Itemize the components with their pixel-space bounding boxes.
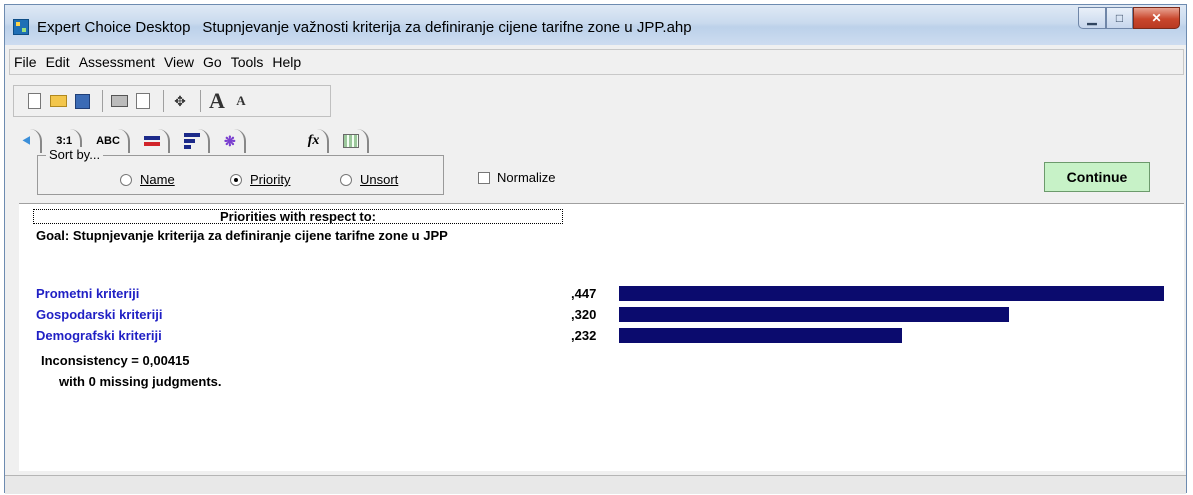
status-bar — [5, 475, 1186, 494]
font-larger-icon[interactable]: A — [207, 88, 227, 113]
maximize-button[interactable]: □ — [1106, 7, 1133, 29]
toolbar: ✥ A A — [13, 85, 331, 117]
radio-indicator — [120, 173, 132, 186]
sort-name-radio[interactable]: Name — [120, 172, 175, 187]
new-document-icon[interactable] — [24, 91, 44, 111]
pairwise-verbal-icon: ABC — [96, 135, 120, 147]
hierarchy-icon: ❋ — [223, 132, 236, 149]
print-preview-icon[interactable] — [133, 91, 153, 111]
menu-assessment[interactable]: Assessment — [79, 54, 155, 70]
sort-priority-radio[interactable]: Priority — [230, 172, 290, 187]
tab-hierarchy[interactable]: ❋ — [215, 129, 246, 153]
expert-choice-app-icon — [13, 19, 29, 35]
menu-bar: File Edit Assessment View Go Tools Help — [9, 49, 1184, 75]
menu-view[interactable]: View — [164, 54, 194, 70]
priority-bar — [619, 286, 1164, 301]
sort-by-legend: Sort by... — [46, 147, 104, 162]
priority-row[interactable]: Gospodarski kriteriji ,320 — [19, 305, 1184, 325]
checkbox-box — [478, 171, 490, 184]
priorities-bar-icon — [143, 136, 160, 140]
menu-tools[interactable]: Tools — [231, 54, 264, 70]
app-window: Expert Choice Desktop Stupnjevanje važnos… — [4, 4, 1187, 494]
title-bar[interactable]: Expert Choice Desktop Stupnjevanje važnos… — [5, 5, 1186, 45]
save-disk-icon[interactable] — [72, 91, 92, 111]
toolbar-separator — [102, 90, 103, 112]
radio-indicator-selected — [230, 173, 242, 186]
inconsistency-text: Inconsistency = 0,00415 — [41, 353, 190, 368]
open-folder-icon[interactable] — [48, 91, 68, 111]
font-smaller-icon[interactable]: A — [231, 91, 251, 111]
priority-value: ,320 — [571, 307, 597, 322]
sort-unsort-radio[interactable]: Unsort — [340, 172, 398, 187]
priority-value: ,447 — [571, 286, 597, 301]
continue-button[interactable]: Continue — [1044, 162, 1150, 192]
priority-value: ,232 — [571, 328, 597, 343]
normalize-checkbox[interactable]: Normalize — [478, 170, 556, 185]
normalize-label: Normalize — [497, 170, 556, 185]
sort-by-group: Sort by... Name Priority Unsort — [37, 147, 444, 195]
pointer-icon[interactable]: ✥ — [170, 91, 190, 111]
window-controls: ▁ □ ✕ — [1078, 7, 1180, 29]
maximize-icon: □ — [1115, 11, 1124, 25]
toolbar-separator — [200, 90, 201, 112]
priorities-panel: Priorities with respect to: Goal: Stupnj… — [19, 203, 1184, 471]
priority-row[interactable]: Demografski kriteriji ,232 — [19, 326, 1184, 346]
menu-edit[interactable]: Edit — [46, 54, 70, 70]
minimize-button[interactable]: ▁ — [1078, 7, 1106, 29]
menu-help[interactable]: Help — [272, 54, 301, 70]
tab-formula[interactable]: fx — [299, 129, 330, 153]
menu-file[interactable]: File — [14, 54, 37, 70]
tab-priorities-bar[interactable] — [135, 129, 170, 153]
minimize-icon: ▁ — [1087, 11, 1097, 25]
formula-icon: fx — [307, 133, 320, 148]
toolbar-separator — [163, 90, 164, 112]
priorities-sorted-icon — [183, 133, 200, 137]
criterion-name: Demografski kriteriji — [36, 328, 162, 343]
radio-indicator — [340, 173, 352, 186]
print-icon[interactable] — [109, 91, 129, 111]
document-title: Stupnjevanje važnosti kriterija za defin… — [202, 19, 692, 36]
pairwise-numerical-icon: 3:1 — [56, 135, 73, 147]
tab-priorities-sorted[interactable] — [175, 129, 210, 153]
priority-bar — [619, 307, 1009, 322]
criterion-name: Prometni kriteriji — [36, 286, 140, 301]
criterion-name: Gospodarski kriteriji — [36, 307, 163, 322]
priority-row[interactable]: Prometni kriteriji ,447 — [19, 284, 1184, 304]
priorities-header: Priorities with respect to: — [33, 209, 563, 224]
close-icon: ✕ — [1151, 11, 1162, 25]
priority-bar — [619, 328, 902, 343]
menu-go[interactable]: Go — [203, 54, 222, 70]
tab-grid[interactable] — [335, 129, 370, 153]
tab-model-tree[interactable]: ⯇ — [13, 129, 43, 153]
grid-icon — [343, 134, 360, 148]
window-title: Expert Choice Desktop Stupnjevanje važnos… — [37, 19, 692, 36]
missing-judgments-text: with 0 missing judgments. — [59, 374, 222, 389]
app-title: Expert Choice Desktop — [37, 19, 191, 36]
goal-label: Goal: Stupnjevanje kriterija za definira… — [36, 228, 448, 243]
close-button[interactable]: ✕ — [1133, 7, 1180, 29]
model-tree-icon: ⯇ — [21, 132, 33, 149]
